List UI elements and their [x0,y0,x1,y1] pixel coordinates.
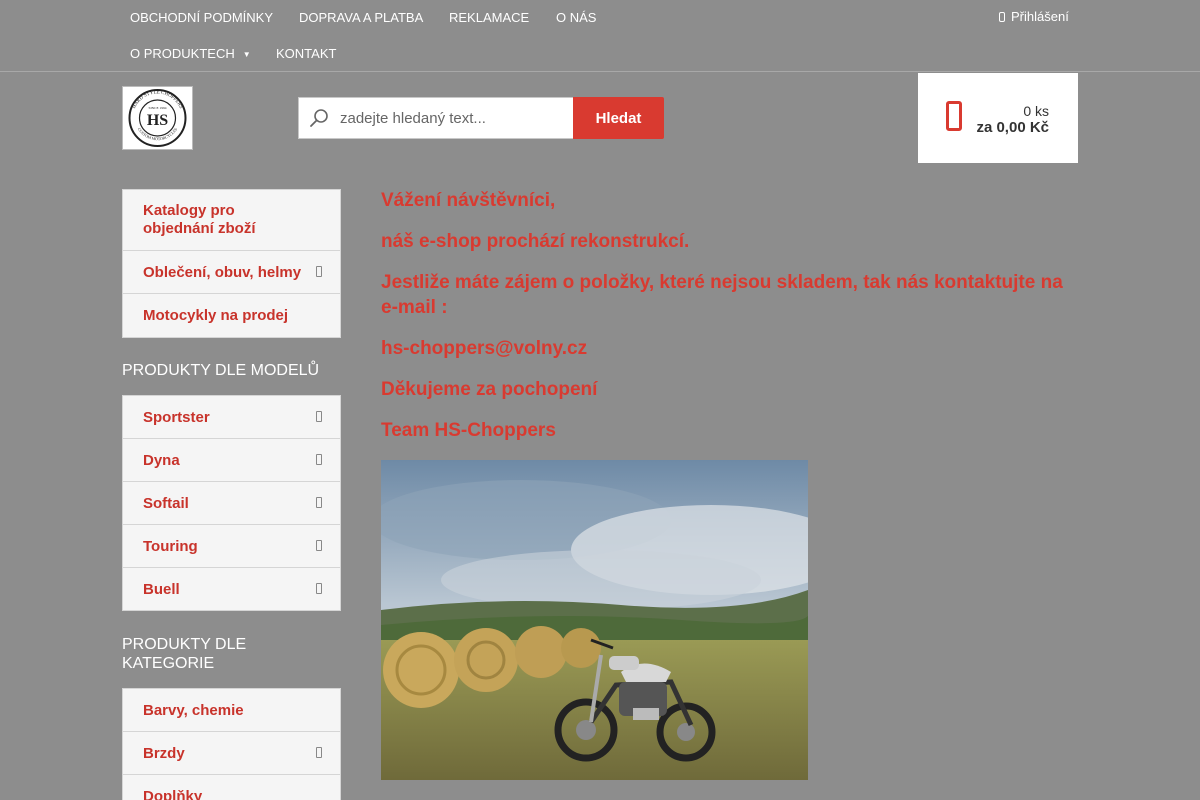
notice-contact-info: Jestliže máte zájem o položky, které nej… [381,272,1063,318]
site-logo[interactable]: HARD STYLE CHOPPERS CUSTOM MOTORCYCLES S… [122,86,193,150]
sidebar-models-menu: Sportster Dyna Softail Touring Buell [122,395,341,611]
login-label: Přihlášení [1011,9,1069,24]
chevron-right-icon [316,497,322,508]
sidebar-item-dyna[interactable]: Dyna [123,439,340,482]
sidebar-item-label: Oblečení, obuv, helmy [143,263,302,281]
cart-icon [946,101,962,131]
sidebar-item-label: Katalogy pro objednání zboží [143,202,256,237]
search-icon [310,109,328,127]
chevron-down-icon: ▼ [242,49,251,59]
sidebar-item-label: Doplňky [143,788,203,800]
sidebar-item-brzdy[interactable]: Brzdy [123,732,340,775]
cart-count: 0 ks [1023,103,1049,119]
sidebar-item-obleceni[interactable]: Oblečení, obuv, helmy [123,251,340,294]
sidebar-item-label: Brzdy [143,744,185,762]
cart-widget[interactable]: 0 ks za 0,00 Kč [918,73,1078,163]
chevron-right-icon [316,583,322,594]
top-navigation: OBCHODNÍ PODMÍNKY DOPRAVA A PLATBA REKLA… [0,0,1200,72]
notice-reconstruction: náš e-shop prochází rekonstrukcí. [381,231,690,252]
logo-emblem-icon: HARD STYLE CHOPPERS CUSTOM MOTORCYCLES S… [128,89,187,147]
nav-link-o-produktech[interactable]: O PRODUKTECH ▼ [130,46,251,63]
notice-thanks: Děkujeme za pochopení [381,379,598,400]
search-button[interactable]: Hledat [573,97,664,139]
sidebar-item-label: Sportster [143,408,210,426]
motorcycle-photo [381,460,808,780]
chevron-right-icon [316,540,322,551]
sidebar-item-label: Motocykly na prodej [143,307,289,324]
notice-signature: Team HS-Choppers [381,420,556,441]
nav-link-obchodni-podminky[interactable]: OBCHODNÍ PODMÍNKY [130,10,273,26]
sidebar-top-menu: Katalogy pro objednání zboží Oblečení, o… [122,189,341,338]
models-heading: PRODUKTY DLE MODELŮ [122,362,320,379]
logo-since: SINCE 1994 [149,106,167,110]
cart-total: za 0,00 Kč [976,119,1049,136]
sidebar-item-label: Softail [143,494,189,512]
sidebar-item-buell[interactable]: Buell [123,568,340,610]
sidebar-item-label: Buell [143,580,180,598]
nav-link-o-nas[interactable]: O NÁS [556,10,596,26]
nav-link-doprava-a-platba[interactable]: DOPRAVA A PLATBA [299,10,423,26]
logo-mark: HS [147,112,168,129]
sidebar-item-label: Dyna [143,451,180,469]
chevron-right-icon [316,411,322,422]
login-link[interactable]: Přihlášení [999,9,1069,24]
sidebar-item-touring[interactable]: Touring [123,525,340,568]
contact-email-link[interactable]: hs-choppers@volny.cz [381,336,587,361]
sidebar-item-label: Barvy, chemie [143,701,244,719]
sidebar-item-motocykly[interactable]: Motocykly na prodej [123,294,340,337]
sidebar-item-barvy-chemie[interactable]: Barvy, chemie [123,689,340,732]
sidebar-item-katalogy[interactable]: Katalogy pro objednání zboží [123,190,340,251]
sidebar-item-label: Touring [143,537,198,555]
sidebar-item-sportster[interactable]: Sportster [123,396,340,439]
nav-link-label: O PRODUKTECH [130,46,235,61]
nav-link-reklamace[interactable]: REKLAMACE [449,10,529,26]
categories-heading: PRODUKTY DLE KATEGORIE [122,636,247,672]
nav-link-kontakt[interactable]: KONTAKT [276,46,336,62]
notice-greeting: Vážení návštěvníci, [381,190,556,211]
chevron-right-icon [316,266,322,277]
chevron-right-icon [316,747,322,758]
chevron-right-icon [316,454,322,465]
sidebar-item-softail[interactable]: Softail [123,482,340,525]
user-icon [999,12,1005,22]
sidebar-item-doplnky[interactable]: Doplňky [123,775,340,800]
sidebar-categories-menu: Barvy, chemie Brzdy Doplňky [122,688,341,800]
search-input[interactable] [340,108,565,128]
